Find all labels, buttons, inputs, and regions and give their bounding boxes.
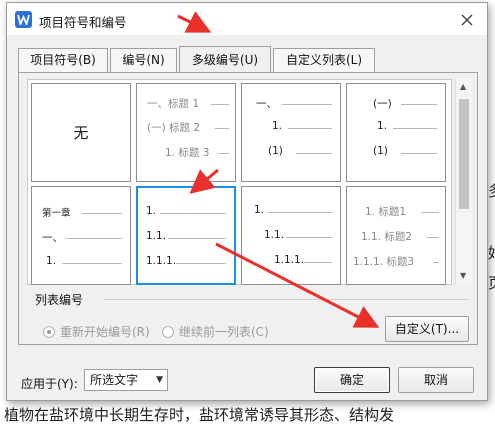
apply-to-select[interactable]: 所选文字 ▼ (84, 369, 168, 391)
close-button[interactable] (457, 10, 477, 30)
restart-numbering-label: 重新开始编号(R) (60, 325, 150, 339)
level-text: 一、 (256, 98, 277, 110)
radio-restart[interactable] (43, 326, 55, 338)
doc-fragment: 多 (488, 180, 495, 201)
level-text: 1.1. (264, 229, 285, 241)
style-gallery: 无 一、标题 1 (一) 标题 2 1. 标题 3 一、 1. (1) (一) (27, 79, 452, 285)
customize-button[interactable]: 自定义(T)... (385, 316, 469, 342)
style-cn-paren[interactable]: (一) 1. (1) (346, 83, 446, 182)
tab-numbering[interactable]: 编号(N) (110, 48, 177, 72)
level-text: (一) (373, 98, 392, 110)
level-text: 1. (146, 205, 157, 217)
level-text: 第一章 (42, 208, 71, 219)
section-divider (104, 299, 469, 300)
doc-fragment: 好 (488, 242, 495, 263)
level-text: 1. (46, 255, 57, 267)
dialog-title: 项目符号和编号 (39, 15, 127, 30)
apply-to-value: 所选文字 (90, 373, 139, 387)
document-text: 植物在盐环境中长期生存时，盐环境常诱导其形态、结构发 (4, 406, 395, 424)
level-text: 1. (377, 120, 388, 132)
tab-bullets[interactable]: 项目符号(B) (18, 48, 108, 72)
level-text: 1.1.1. (274, 254, 305, 266)
tab-multilevel[interactable]: 多级编号(U) (179, 46, 271, 72)
level-text: 1.1.1. (146, 255, 177, 267)
tab-custom-list[interactable]: 自定义列表(L) (273, 48, 375, 72)
chevron-down-icon: ▼ (156, 375, 163, 385)
close-icon (461, 14, 473, 26)
level-text: 一、 (42, 232, 63, 244)
style-decimal-flat[interactable]: 1. 1.1. 1.1.1. (136, 186, 236, 285)
scroll-up-icon[interactable]: ▲ (460, 82, 466, 91)
style-none[interactable]: 无 (31, 83, 131, 182)
style-heading-cn[interactable]: 一、标题 1 (一) 标题 2 1. 标题 3 (136, 83, 236, 182)
level-text: 1. 标题1 (365, 206, 407, 218)
radio-continue[interactable] (162, 326, 174, 338)
scrollbar-thumb[interactable] (459, 99, 469, 209)
ok-button[interactable]: 确定 (314, 367, 390, 393)
dialog-titlebar[interactable]: 项目符号和编号 (7, 3, 487, 35)
level-text: 1.1.1. 标题3 (353, 256, 415, 268)
scroll-down-icon[interactable]: ▼ (460, 271, 466, 280)
level-text: 1. 标题 3 (165, 147, 210, 159)
list-numbering-label: 列表编号 (35, 293, 84, 307)
style-chapter[interactable]: 第一章 一、 1. (31, 186, 131, 285)
gallery-scrollbar[interactable]: ▲ ▼ (455, 79, 472, 285)
bullets-numbering-dialog: 项目符号和编号 项目符号(B) 编号(N) 多级编号(U) 自定义列表(L) 无… (6, 2, 488, 401)
level-text: 1.1. (146, 230, 167, 242)
style-cn-1-paren[interactable]: 一、 1. (1) (241, 83, 341, 182)
restart-numbering-option[interactable]: 重新开始编号(R) (43, 323, 150, 340)
multilevel-panel: 无 一、标题 1 (一) 标题 2 1. 标题 3 一、 1. (1) (一) (18, 72, 478, 345)
level-text: 1. (254, 204, 265, 216)
style-decimal-indented[interactable]: 1. 1.1. 1.1.1. (241, 186, 341, 285)
apply-to-label: 应用于(Y): (21, 377, 78, 391)
level-text: (1) (373, 145, 388, 157)
level-text: 一、标题 1 (147, 98, 200, 110)
doc-fragment: 页 (488, 272, 495, 293)
continue-list-label: 继续前一列表(C) (179, 325, 269, 339)
style-decimal-heading[interactable]: 1. 标题1 1.1. 标题2 1.1.1. 标题3 (346, 186, 446, 285)
cancel-button[interactable]: 取消 (398, 367, 474, 393)
level-text: (一) 标题 2 (147, 122, 201, 134)
style-none-label: 无 (73, 124, 89, 142)
wps-writer-icon (15, 11, 32, 28)
level-text: (1) (268, 145, 283, 157)
continue-list-option[interactable]: 继续前一列表(C) (162, 323, 269, 340)
level-text: 1. (272, 120, 283, 132)
level-text: 1.1. 标题2 (361, 231, 413, 243)
